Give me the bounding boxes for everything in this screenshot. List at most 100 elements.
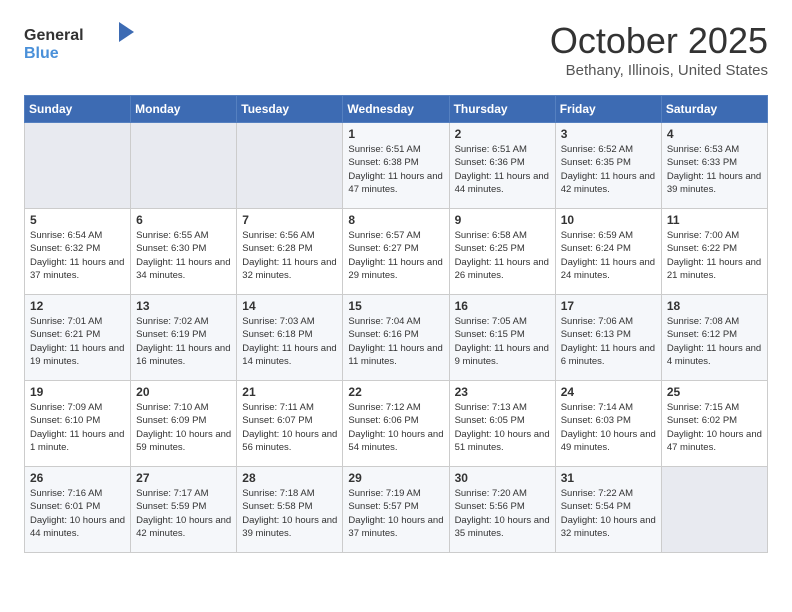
calendar-cell: 17 Sunrise: 7:06 AM Sunset: 6:13 PM Dayli… <box>555 295 661 381</box>
day-number: 8 <box>348 213 443 227</box>
day-number: 20 <box>136 385 231 399</box>
day-number: 3 <box>561 127 656 141</box>
day-number: 15 <box>348 299 443 313</box>
day-info: Sunrise: 7:18 AM Sunset: 5:58 PM Dayligh… <box>242 487 337 540</box>
day-info: Sunrise: 7:19 AM Sunset: 5:57 PM Dayligh… <box>348 487 443 540</box>
calendar-cell: 18 Sunrise: 7:08 AM Sunset: 6:12 PM Dayli… <box>661 295 767 381</box>
calendar-cell: 21Sunrise: 7:11 AM Sunset: 6:07 PM Dayli… <box>237 381 343 467</box>
day-info: Sunrise: 7:03 AM Sunset: 6:18 PM Dayligh… <box>242 315 337 368</box>
calendar-cell: 27 Sunrise: 7:17 AM Sunset: 5:59 PM Dayli… <box>131 467 237 553</box>
calendar-week-row: 19 Sunrise: 7:09 AM Sunset: 6:10 PM Dayli… <box>25 381 768 467</box>
calendar-cell: 23Sunrise: 7:13 AM Sunset: 6:05 PM Dayli… <box>449 381 555 467</box>
svg-text:Blue: Blue <box>24 45 59 62</box>
logo: General Blue <box>24 20 134 67</box>
day-info: Sunrise: 7:08 AM Sunset: 6:12 PM Dayligh… <box>667 315 762 368</box>
day-number: 10 <box>561 213 656 227</box>
header-saturday: Saturday <box>661 96 767 123</box>
day-number: 31 <box>561 471 656 485</box>
header-friday: Friday <box>555 96 661 123</box>
day-number: 21 <box>242 385 337 399</box>
calendar-cell: 14 Sunrise: 7:03 AM Sunset: 6:18 PM Dayli… <box>237 295 343 381</box>
day-number: 26 <box>30 471 125 485</box>
calendar-cell: 7 Sunrise: 6:56 AM Sunset: 6:28 PM Daylig… <box>237 209 343 295</box>
day-info: Sunrise: 7:02 AM Sunset: 6:19 PM Dayligh… <box>136 315 231 368</box>
day-number: 22 <box>348 385 443 399</box>
day-info: Sunrise: 7:05 AM Sunset: 6:15 PM Dayligh… <box>455 315 550 368</box>
header-thursday: Thursday <box>449 96 555 123</box>
calendar-cell: 4 Sunrise: 6:53 AM Sunset: 6:33 PM Daylig… <box>661 123 767 209</box>
day-info: Sunrise: 7:00 AM Sunset: 6:22 PM Dayligh… <box>667 229 762 282</box>
day-number: 9 <box>455 213 550 227</box>
day-number: 18 <box>667 299 762 313</box>
day-info: Sunrise: 7:16 AM Sunset: 6:01 PM Dayligh… <box>30 487 125 540</box>
day-info: Sunrise: 6:55 AM Sunset: 6:30 PM Dayligh… <box>136 229 231 282</box>
day-info: Sunrise: 7:10 AM Sunset: 6:09 PM Dayligh… <box>136 401 231 454</box>
title-area: October 2025 Bethany, Illinois, United S… <box>550 20 768 79</box>
day-number: 27 <box>136 471 231 485</box>
weekday-header-row: Sunday Monday Tuesday Wednesday Thursday… <box>25 96 768 123</box>
day-number: 6 <box>136 213 231 227</box>
day-info: Sunrise: 7:15 AM Sunset: 6:02 PM Dayligh… <box>667 401 762 454</box>
day-info: Sunrise: 6:54 AM Sunset: 6:32 PM Dayligh… <box>30 229 125 282</box>
day-info: Sunrise: 7:06 AM Sunset: 6:13 PM Dayligh… <box>561 315 656 368</box>
day-info: Sunrise: 6:58 AM Sunset: 6:25 PM Dayligh… <box>455 229 550 282</box>
calendar-cell <box>237 123 343 209</box>
day-number: 7 <box>242 213 337 227</box>
day-number: 11 <box>667 213 762 227</box>
day-number: 29 <box>348 471 443 485</box>
day-info: Sunrise: 7:17 AM Sunset: 5:59 PM Dayligh… <box>136 487 231 540</box>
day-info: Sunrise: 7:13 AM Sunset: 6:05 PM Dayligh… <box>455 401 550 454</box>
logo-icon: General Blue <box>24 20 134 62</box>
day-number: 12 <box>30 299 125 313</box>
calendar-cell: 10 Sunrise: 6:59 AM Sunset: 6:24 PM Dayli… <box>555 209 661 295</box>
day-info: Sunrise: 6:56 AM Sunset: 6:28 PM Dayligh… <box>242 229 337 282</box>
calendar-cell <box>25 123 131 209</box>
calendar-cell: 12 Sunrise: 7:01 AM Sunset: 6:21 PM Dayli… <box>25 295 131 381</box>
calendar-cell <box>661 467 767 553</box>
calendar-week-row: 1 Sunrise: 6:51 AM Sunset: 6:38 PM Daylig… <box>25 123 768 209</box>
calendar-cell: 8Sunrise: 6:57 AM Sunset: 6:27 PM Daylig… <box>343 209 449 295</box>
day-number: 1 <box>348 127 443 141</box>
svg-text:General: General <box>24 27 84 44</box>
calendar-cell: 16Sunrise: 7:05 AM Sunset: 6:15 PM Dayli… <box>449 295 555 381</box>
calendar-cell: 31 Sunrise: 7:22 AM Sunset: 5:54 PM Dayli… <box>555 467 661 553</box>
logo-wordmark: General Blue <box>24 20 134 67</box>
calendar-cell: 6 Sunrise: 6:55 AM Sunset: 6:30 PM Daylig… <box>131 209 237 295</box>
day-info: Sunrise: 6:52 AM Sunset: 6:35 PM Dayligh… <box>561 143 656 196</box>
day-info: Sunrise: 7:12 AM Sunset: 6:06 PM Dayligh… <box>348 401 443 454</box>
header-sunday: Sunday <box>25 96 131 123</box>
calendar-cell: 25 Sunrise: 7:15 AM Sunset: 6:02 PM Dayli… <box>661 381 767 467</box>
day-number: 14 <box>242 299 337 313</box>
day-number: 19 <box>30 385 125 399</box>
calendar-cell: 22 Sunrise: 7:12 AM Sunset: 6:06 PM Dayli… <box>343 381 449 467</box>
day-info: Sunrise: 6:59 AM Sunset: 6:24 PM Dayligh… <box>561 229 656 282</box>
calendar-cell: 5 Sunrise: 6:54 AM Sunset: 6:32 PM Daylig… <box>25 209 131 295</box>
day-number: 24 <box>561 385 656 399</box>
day-number: 25 <box>667 385 762 399</box>
calendar-week-row: 26 Sunrise: 7:16 AM Sunset: 6:01 PM Dayli… <box>25 467 768 553</box>
calendar-subtitle: Bethany, Illinois, United States <box>550 62 768 79</box>
day-number: 17 <box>561 299 656 313</box>
calendar-cell: 9 Sunrise: 6:58 AM Sunset: 6:25 PM Daylig… <box>449 209 555 295</box>
header-monday: Monday <box>131 96 237 123</box>
calendar-table: Sunday Monday Tuesday Wednesday Thursday… <box>24 95 768 553</box>
day-number: 5 <box>30 213 125 227</box>
day-info: Sunrise: 7:04 AM Sunset: 6:16 PM Dayligh… <box>348 315 443 368</box>
calendar-cell: 28Sunrise: 7:18 AM Sunset: 5:58 PM Dayli… <box>237 467 343 553</box>
calendar-cell: 11 Sunrise: 7:00 AM Sunset: 6:22 PM Dayli… <box>661 209 767 295</box>
day-info: Sunrise: 6:51 AM Sunset: 6:38 PM Dayligh… <box>348 143 443 196</box>
day-info: Sunrise: 6:53 AM Sunset: 6:33 PM Dayligh… <box>667 143 762 196</box>
day-info: Sunrise: 7:09 AM Sunset: 6:10 PM Dayligh… <box>30 401 125 454</box>
day-info: Sunrise: 7:01 AM Sunset: 6:21 PM Dayligh… <box>30 315 125 368</box>
day-number: 2 <box>455 127 550 141</box>
calendar-cell: 3 Sunrise: 6:52 AM Sunset: 6:35 PM Daylig… <box>555 123 661 209</box>
day-number: 13 <box>136 299 231 313</box>
day-number: 4 <box>667 127 762 141</box>
calendar-week-row: 5 Sunrise: 6:54 AM Sunset: 6:32 PM Daylig… <box>25 209 768 295</box>
page-header: General Blue October 2025 Bethany, Illin… <box>24 20 768 79</box>
calendar-title: October 2025 <box>550 20 768 62</box>
calendar-cell: 24Sunrise: 7:14 AM Sunset: 6:03 PM Dayli… <box>555 381 661 467</box>
header-wednesday: Wednesday <box>343 96 449 123</box>
header-tuesday: Tuesday <box>237 96 343 123</box>
day-info: Sunrise: 7:22 AM Sunset: 5:54 PM Dayligh… <box>561 487 656 540</box>
